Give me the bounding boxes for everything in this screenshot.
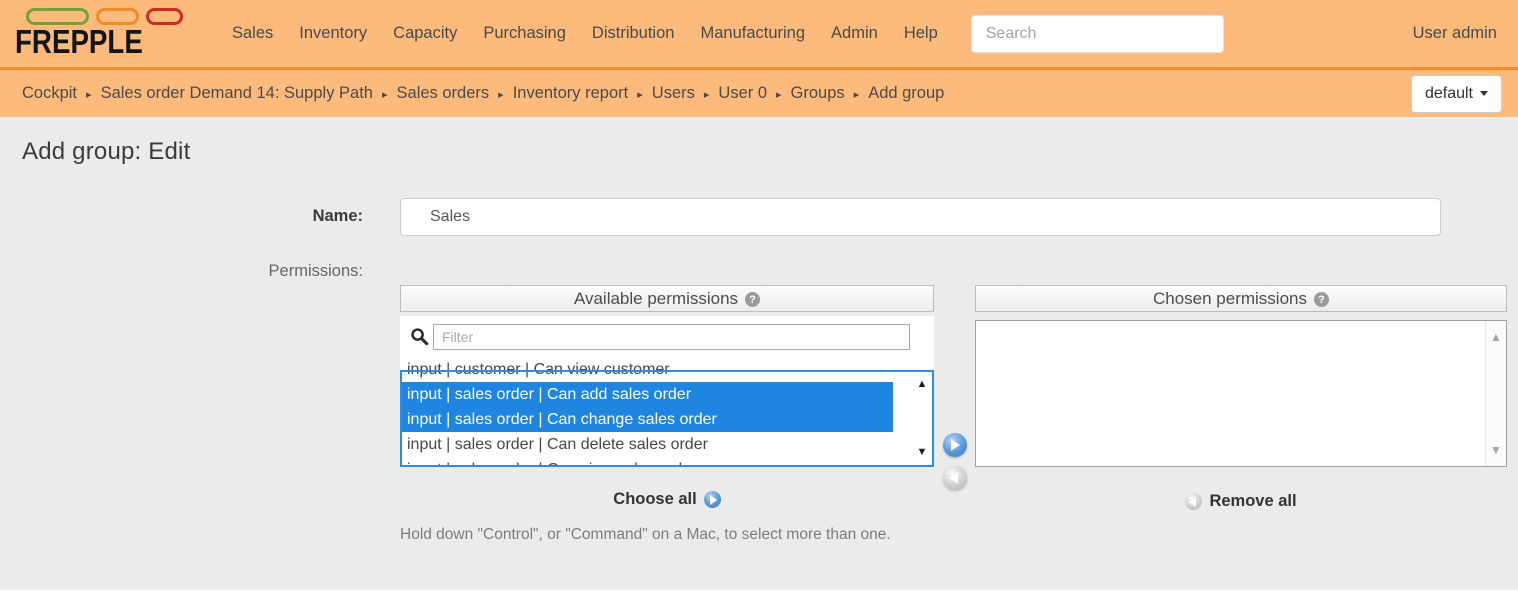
breadcrumb-separator-icon: ▸ <box>382 86 388 101</box>
choose-all-button[interactable]: Choose all <box>400 490 934 509</box>
permissions-row: Permissions: Available permissions ? <box>0 262 1518 511</box>
choose-all-label: Choose all <box>613 490 696 509</box>
menu-item[interactable]: Distribution <box>579 24 688 43</box>
available-column: Available permissions ? input | <box>400 285 934 511</box>
scroll-up-icon[interactable]: ▲ <box>917 379 928 390</box>
breadcrumb-item[interactable]: Users <box>652 84 695 103</box>
permission-option[interactable]: input | sales order | Can change sales o… <box>400 407 893 432</box>
user-menu[interactable]: User admin <box>1413 24 1497 43</box>
main-content: Add group: Edit Name: Permissions: Avail… <box>0 117 1518 590</box>
main-menu: SalesInventoryCapacityPurchasingDistribu… <box>219 24 951 43</box>
help-icon[interactable]: ? <box>1314 292 1329 307</box>
move-selected-right-button[interactable] <box>943 433 967 457</box>
available-options: input | customer | Can view customerinpu… <box>400 357 934 467</box>
remove-all-button[interactable]: Remove all <box>975 492 1507 511</box>
frepple-logo[interactable]: FREPPLE <box>15 8 191 60</box>
breadcrumb-item[interactable]: Cockpit <box>22 84 77 103</box>
breadcrumb-item[interactable]: User 0 <box>718 84 767 103</box>
menu-item[interactable]: Manufacturing <box>687 24 818 43</box>
breadcrumb: Cockpit ▸ Sales order Demand 14: Supply … <box>22 84 944 103</box>
breadcrumb-separator-icon: ▸ <box>498 86 504 101</box>
search-icon <box>410 327 429 346</box>
selector-gap <box>934 285 975 511</box>
menu-item[interactable]: Help <box>891 24 951 43</box>
menu-item[interactable]: Inventory <box>286 24 380 43</box>
help-text: Hold down "Control", or "Command" on a M… <box>400 526 891 544</box>
chosen-permissions-title: Chosen permissions <box>1153 289 1307 309</box>
chosen-scrollbar[interactable]: ▲ ▼ <box>1485 321 1506 466</box>
available-permissions-list[interactable]: input | customer | Can view customerinpu… <box>400 357 934 467</box>
breadcrumb-item[interactable]: Inventory report <box>513 84 629 103</box>
group-name-input[interactable] <box>400 198 1441 236</box>
name-label: Name: <box>0 198 363 226</box>
breadcrumb-item[interactable]: Sales order Demand 14: Supply Path <box>101 84 373 103</box>
breadcrumb-bar: Cockpit ▸ Sales order Demand 14: Supply … <box>0 67 1518 117</box>
permission-option[interactable]: input | sales order | Can add sales orde… <box>400 382 893 407</box>
remove-all-label: Remove all <box>1209 492 1296 511</box>
breadcrumb-separator-icon: ▸ <box>776 86 782 101</box>
search-input[interactable] <box>971 15 1224 53</box>
help-icon[interactable]: ? <box>745 292 760 307</box>
scroll-up-icon[interactable]: ▲ <box>1490 331 1502 343</box>
chosen-permissions-list[interactable]: ▲ ▼ <box>975 320 1507 467</box>
permission-option[interactable]: input | customer | Can view customer <box>400 357 934 382</box>
available-permissions-title: Available permissions <box>574 289 738 309</box>
permission-option[interactable]: input | sales order | Can view sales ord… <box>400 457 934 467</box>
name-row: Name: <box>0 198 1518 236</box>
top-navbar: FREPPLE SalesInventoryCapacityPurchasing… <box>0 0 1518 67</box>
breadcrumb-separator-icon: ▸ <box>854 86 860 101</box>
choose-all-arrow-icon <box>704 491 721 508</box>
permissions-selector: Available permissions ? input | <box>400 285 1507 511</box>
frepple-logo-text: FREPPLE <box>15 25 163 60</box>
filter-panel <box>400 316 934 357</box>
breadcrumb-separator-icon: ▸ <box>704 86 710 101</box>
breadcrumb-separator-icon: ▸ <box>86 86 92 101</box>
menu-item[interactable]: Capacity <box>380 24 470 43</box>
caret-down-icon <box>1480 91 1488 96</box>
breadcrumb-item[interactable]: Add group <box>868 84 944 103</box>
move-selected-left-button[interactable] <box>943 466 967 490</box>
menu-item[interactable]: Purchasing <box>470 24 579 43</box>
chosen-permissions-header: Chosen permissions ? <box>975 285 1507 312</box>
page-title: Add group: Edit <box>0 117 1518 166</box>
logo-pill-red <box>146 8 183 25</box>
scenario-label: default <box>1425 85 1473 103</box>
help-spacer <box>0 526 400 544</box>
permission-option[interactable]: input | sales order | Can delete sales o… <box>400 432 934 457</box>
menu-item[interactable]: Admin <box>818 24 891 43</box>
breadcrumb-item[interactable]: Groups <box>791 84 845 103</box>
scroll-down-icon[interactable]: ▼ <box>917 447 928 458</box>
filter-input[interactable] <box>433 324 910 350</box>
scroll-down-icon[interactable]: ▼ <box>1490 444 1502 456</box>
remove-all-arrow-icon <box>1185 493 1202 510</box>
help-row: Hold down "Control", or "Command" on a M… <box>0 526 1518 544</box>
permissions-label: Permissions: <box>0 262 363 281</box>
available-permissions-header: Available permissions ? <box>400 285 934 312</box>
chosen-column: Chosen permissions ? ▲ ▼ Remove all <box>975 285 1507 511</box>
menu-item[interactable]: Sales <box>219 24 286 43</box>
breadcrumb-separator-icon: ▸ <box>637 86 643 101</box>
breadcrumb-item[interactable]: Sales orders <box>397 84 490 103</box>
scenario-selector-button[interactable]: default <box>1411 75 1502 113</box>
available-scrollbar[interactable]: ▲ ▼ <box>912 372 932 465</box>
